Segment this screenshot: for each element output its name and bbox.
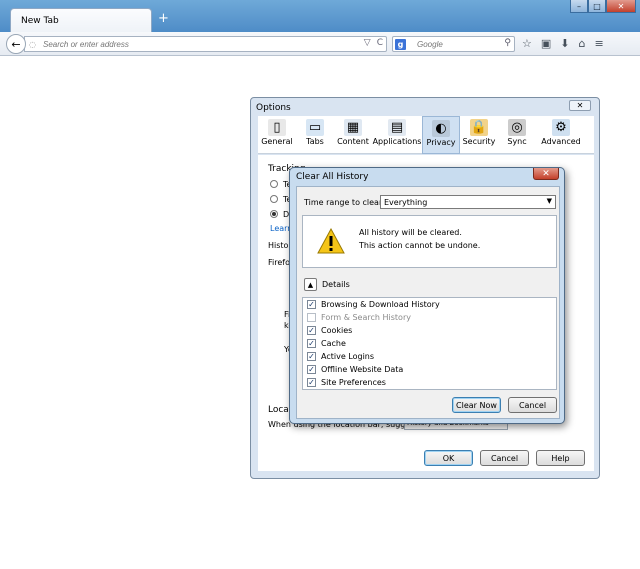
tracking-radio-3[interactable]: [270, 210, 278, 218]
close-window-button[interactable]: ✕: [606, 0, 636, 13]
clear-history-close-button[interactable]: ✕: [533, 168, 559, 180]
time-range-label: Time range to clear:: [304, 198, 385, 207]
minimize-button[interactable]: –: [570, 0, 588, 13]
new-tab-button[interactable]: +: [158, 12, 169, 25]
options-ok-button[interactable]: OK: [424, 450, 473, 466]
url-input[interactable]: [41, 39, 341, 50]
details-toggle-button[interactable]: ▲: [304, 278, 317, 291]
search-bar[interactable]: g ⚲: [392, 36, 515, 52]
firefox-will-text: Firefo: [268, 258, 290, 267]
options-category-toolbar: ▯ General ▭ Tabs ▦ Content ▤ Applications ◐ P…: [258, 116, 594, 154]
clear-history-body: Time range to clear: Everything ▼ All hi…: [296, 186, 560, 419]
content-icon: ▦: [344, 119, 362, 136]
home-icon[interactable]: ⌂: [579, 37, 586, 50]
general-icon: ▯: [268, 119, 286, 136]
checkbox-checked[interactable]: ✓: [307, 352, 316, 361]
warning-icon: [317, 228, 345, 254]
tab-sync[interactable]: ◎ Sync: [498, 116, 536, 154]
details-label: Details: [322, 280, 350, 289]
security-lock-icon: 🔒: [470, 119, 488, 136]
dropdown-arrow-icon: ▼: [546, 197, 552, 205]
sync-icon: ◎: [508, 119, 526, 136]
tab-tabs[interactable]: ▭ Tabs: [296, 116, 334, 154]
privacy-mask-icon: ◐: [432, 120, 450, 137]
options-help-button[interactable]: Help: [536, 450, 585, 466]
maximize-button[interactable]: □: [588, 0, 606, 13]
back-button[interactable]: ←: [6, 34, 26, 54]
navigation-bar: ◌ ▽ C ← g ⚲ ☆ ▣ ⬇ ⌂ ≡: [0, 32, 640, 56]
tab-privacy[interactable]: ◐ Privacy: [422, 116, 460, 154]
checkbox-offline-website-data[interactable]: ✓ Offline Website Data: [307, 365, 403, 374]
menu-hamburger-icon[interactable]: ≡: [594, 37, 603, 50]
url-bar[interactable]: ◌ ▽ C: [24, 36, 387, 52]
applications-icon: ▤: [388, 119, 406, 136]
checkbox-checked[interactable]: ✓: [307, 326, 316, 335]
downloads-icon[interactable]: ⬇: [560, 37, 569, 50]
search-input[interactable]: [415, 39, 495, 50]
google-logo-icon[interactable]: g: [395, 39, 406, 50]
bookmarks-menu-icon[interactable]: ▣: [541, 37, 551, 50]
warning-box: All history will be cleared. This action…: [302, 215, 557, 268]
clear-history-cancel-button[interactable]: Cancel: [508, 397, 557, 413]
options-cancel-button[interactable]: Cancel: [480, 450, 529, 466]
clear-history-dialog: Clear All History ✕ Time range to clear:…: [289, 167, 565, 424]
tab-security[interactable]: 🔒 Security: [460, 116, 498, 154]
tracking-radio-2[interactable]: [270, 195, 278, 203]
checkbox-site-preferences[interactable]: ✓ Site Preferences: [307, 378, 386, 387]
tab-applications[interactable]: ▤ Applications: [372, 116, 422, 154]
time-range-value: Everything: [384, 198, 428, 207]
tab-new-tab[interactable]: New Tab: [10, 8, 152, 34]
checkbox-cache[interactable]: ✓ Cache: [307, 339, 346, 348]
warning-line-1: All history will be cleared.: [359, 228, 462, 237]
window-controls: – □ ✕: [570, 0, 636, 13]
tracking-radio-1[interactable]: [270, 180, 278, 188]
options-title: Options: [256, 103, 291, 113]
tab-advanced[interactable]: ⚙ Advanced: [536, 116, 586, 154]
tab-general[interactable]: ▯ General: [258, 116, 296, 154]
tabs-icon: ▭: [306, 119, 324, 136]
bookmark-star-icon[interactable]: ☆: [522, 37, 532, 50]
checkbox-checked[interactable]: ✓: [307, 339, 316, 348]
globe-icon: ◌: [29, 40, 36, 49]
details-checklist: ✓ Browsing & Download History Form & Sear…: [302, 297, 557, 390]
checkbox-checked[interactable]: ✓: [307, 300, 316, 309]
tab-title: New Tab: [21, 16, 59, 26]
checkbox-browsing-download-history[interactable]: ✓ Browsing & Download History: [307, 300, 440, 309]
checkbox-checked[interactable]: ✓: [307, 378, 316, 387]
search-icon[interactable]: ⚲: [504, 38, 511, 48]
clear-history-title: Clear All History: [296, 172, 369, 182]
options-close-button[interactable]: ✕: [569, 100, 591, 111]
tab-content[interactable]: ▦ Content: [334, 116, 372, 154]
history-dropdown-icon[interactable]: ▽: [364, 38, 371, 48]
warning-line-2: This action cannot be undone.: [359, 241, 481, 250]
time-range-select[interactable]: Everything ▼: [380, 195, 556, 209]
checkbox-unchecked[interactable]: [307, 313, 316, 322]
reload-icon[interactable]: C: [377, 38, 383, 48]
checkbox-form-search-history[interactable]: Form & Search History: [307, 313, 411, 322]
checkbox-checked[interactable]: ✓: [307, 365, 316, 374]
advanced-gear-icon: ⚙: [552, 119, 570, 136]
title-bar: New Tab + – □ ✕: [0, 0, 640, 34]
clear-now-button[interactable]: Clear Now: [452, 397, 501, 413]
checkbox-cookies[interactable]: ✓ Cookies: [307, 326, 352, 335]
checkbox-active-logins[interactable]: ✓ Active Logins: [307, 352, 374, 361]
